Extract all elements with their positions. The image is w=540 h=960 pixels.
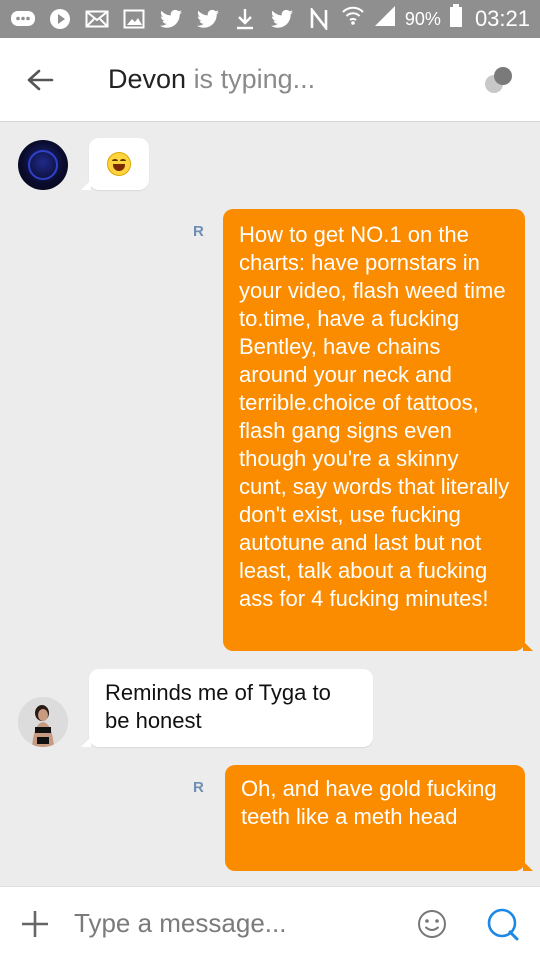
conversation-title: Devon is typing... bbox=[108, 64, 315, 95]
battery-percent: 90% bbox=[404, 8, 441, 29]
message-bubble-outgoing[interactable]: Oh, and have gold fucking teeth like a m… bbox=[225, 765, 533, 871]
emoji-button[interactable] bbox=[416, 908, 448, 940]
message-bubble-incoming[interactable] bbox=[81, 138, 149, 190]
mail-icon bbox=[84, 8, 110, 30]
message-input[interactable] bbox=[74, 905, 394, 941]
gallery-icon bbox=[121, 8, 147, 30]
wifi-icon bbox=[341, 5, 365, 33]
twitter-icon bbox=[158, 8, 184, 30]
message-composer bbox=[0, 886, 540, 960]
read-receipt-icon: R bbox=[193, 223, 204, 240]
back-button[interactable] bbox=[0, 38, 80, 122]
twitter-icon bbox=[269, 8, 295, 30]
attach-button[interactable] bbox=[0, 887, 70, 960]
battery-icon bbox=[449, 4, 463, 34]
avatar[interactable] bbox=[18, 140, 68, 190]
play-icon bbox=[47, 8, 73, 30]
contact-options-icon bbox=[485, 67, 512, 93]
back-arrow-icon bbox=[27, 69, 54, 90]
nfc-icon bbox=[306, 8, 332, 30]
notification-icons bbox=[10, 8, 332, 30]
laughing-emoji-icon bbox=[107, 152, 131, 176]
send-button[interactable] bbox=[486, 907, 520, 941]
signal-icon bbox=[373, 5, 397, 33]
smiley-icon bbox=[418, 910, 446, 938]
conversation-header: Devon is typing... bbox=[0, 38, 540, 122]
message-list[interactable]: R How to get NO.1 on the charts: have po… bbox=[0, 123, 540, 885]
avatar[interactable] bbox=[18, 697, 68, 747]
system-status: 90% 03:21 bbox=[341, 4, 530, 34]
message-bubble-incoming[interactable]: Reminds me of Tyga to be honest bbox=[81, 669, 373, 747]
read-receipt-icon: R bbox=[193, 779, 204, 796]
chat-icon bbox=[10, 8, 36, 30]
contact-name: Devon bbox=[108, 64, 187, 94]
plus-icon bbox=[22, 910, 48, 937]
twitter-icon bbox=[195, 8, 221, 30]
download-icon bbox=[232, 8, 258, 30]
status-bar: 90% 03:21 bbox=[0, 0, 540, 38]
send-bubble-icon bbox=[487, 908, 519, 941]
typing-status: is typing... bbox=[193, 64, 316, 94]
message-bubble-outgoing[interactable]: How to get NO.1 on the charts: have porn… bbox=[223, 209, 533, 651]
clock: 03:21 bbox=[474, 6, 530, 31]
contact-options-button[interactable] bbox=[482, 64, 516, 98]
